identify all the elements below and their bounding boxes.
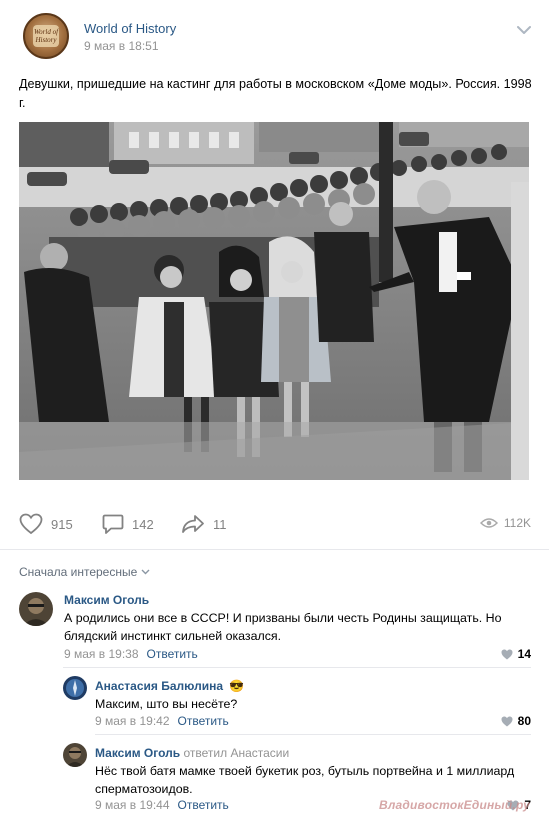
views-counter: 112K — [479, 516, 531, 530]
comment: Максим Оголь А родились они все в СССР! … — [19, 592, 531, 667]
reply-button[interactable]: Ответить — [178, 714, 229, 728]
sunglasses-emoji-icon: 😎 — [229, 679, 245, 693]
comment-icon — [102, 514, 124, 534]
avatar[interactable] — [19, 592, 53, 626]
watermark: ВладивостокЕдиный.ру — [379, 798, 531, 812]
heart-icon — [501, 716, 513, 726]
reply-button[interactable]: Ответить — [178, 798, 229, 812]
share-arrow-icon — [182, 515, 204, 533]
post-photo[interactable] — [19, 122, 529, 480]
photo-illustration — [19, 122, 529, 480]
comment-like-count: 80 — [517, 714, 531, 728]
heart-icon — [19, 513, 43, 535]
avatar-image — [63, 676, 87, 700]
post-text: Девушки, пришедшие на кастинг для работы… — [19, 77, 532, 110]
logo-text: World of History — [33, 28, 59, 44]
comment-reply: Анастасия Балюлина 😎 Максим, што вы несё… — [63, 676, 531, 736]
comment-author-line: Максим Оголь ответил Анастасии — [95, 746, 289, 760]
share-button[interactable]: 11 — [181, 512, 227, 536]
comment-like-count: 14 — [517, 647, 531, 661]
comment-separator — [63, 667, 531, 668]
comment-text: Нёс твой батя мамке твоей букетик роз, б… — [95, 764, 515, 796]
comment-meta: 9 мая в 19:42 Ответить — [95, 714, 229, 728]
post-header: World of History World of History 9 мая … — [23, 13, 533, 63]
comment-text: Максим, што вы несёте? — [95, 697, 238, 711]
comment-like-button[interactable]: 14 — [501, 647, 531, 661]
comment-meta: 9 мая в 19:38 Ответить — [64, 647, 198, 661]
reply-button[interactable]: Ответить — [147, 647, 198, 661]
comment-button[interactable]: 142 — [102, 512, 154, 536]
chevron-down-icon — [141, 569, 150, 575]
like-button[interactable]: 915 — [19, 512, 73, 536]
comment-author-link[interactable]: Максим Оголь — [64, 593, 149, 607]
like-count: 915 — [51, 516, 73, 532]
chevron-down-icon[interactable] — [517, 25, 531, 35]
comment-time[interactable]: 9 мая в 19:42 — [95, 714, 170, 728]
sort-label: Сначала интересные — [19, 565, 138, 579]
reply-to-link[interactable]: ответил Анастасии — [183, 746, 289, 760]
eye-icon — [479, 518, 498, 528]
comment-meta: 9 мая в 19:44 Ответить — [95, 798, 229, 812]
group-avatar[interactable]: World of History — [23, 13, 69, 59]
comment-separator — [95, 734, 531, 735]
comment-like-button[interactable]: 80 — [501, 714, 531, 728]
comment-time[interactable]: 9 мая в 19:38 — [64, 647, 139, 661]
group-name-link[interactable]: World of History — [84, 21, 176, 36]
avatar-image — [63, 743, 87, 767]
share-count: 11 — [213, 516, 227, 532]
post-actions: 915 142 11 112K — [19, 512, 531, 538]
comments-sort-dropdown[interactable]: Сначала интересные — [19, 565, 150, 579]
avatar-image — [19, 592, 53, 626]
divider — [0, 549, 549, 550]
comment-count: 142 — [132, 516, 154, 532]
comment-time[interactable]: 9 мая в 19:44 — [95, 798, 170, 812]
comment-author-link[interactable]: Максим Оголь — [95, 746, 180, 760]
comment-author-name: Анастасия Балюлина — [95, 679, 223, 693]
avatar[interactable] — [63, 743, 87, 767]
comment-author-link[interactable]: Анастасия Балюлина 😎 — [95, 679, 244, 693]
avatar[interactable] — [63, 676, 87, 700]
post-time[interactable]: 9 мая в 18:51 — [84, 39, 159, 53]
comment-text: А родились они все в СССР! И призваны бы… — [64, 611, 502, 643]
heart-icon — [501, 649, 513, 659]
views-count: 112K — [503, 516, 531, 530]
